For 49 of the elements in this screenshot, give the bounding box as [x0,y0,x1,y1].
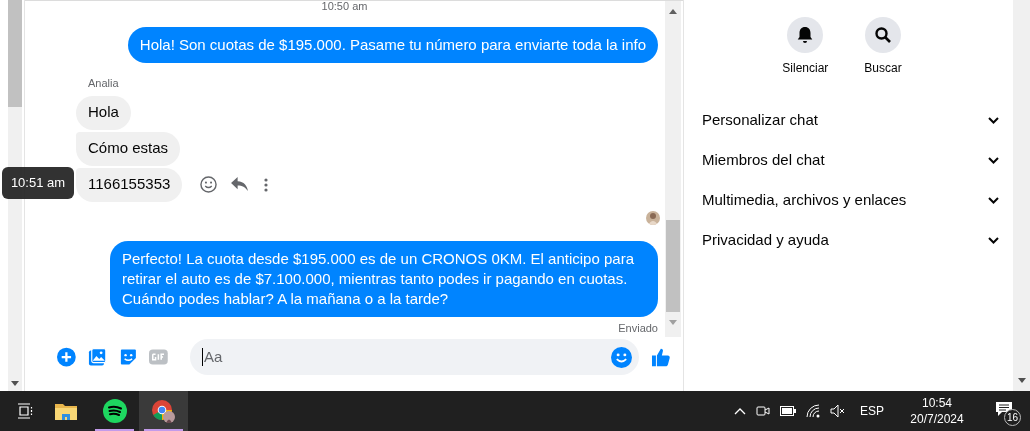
sender-name: Analia [88,76,119,91]
sent-status: Enviado [618,320,658,336]
message-input[interactable]: Aa [190,339,640,375]
chevron-icon [988,156,999,164]
timestamp: 10:50 am [321,1,368,11]
chevron-icon [988,116,999,124]
chevron-icon [988,236,999,244]
muted-speaker-icon[interactable] [830,404,846,418]
action-label: Buscar [864,60,902,77]
taskbar-app[interactable] [139,391,188,431]
message-bubble: 1166155353 [76,167,183,202]
message-bubble: Cómo estas [76,131,181,166]
scrollbar-thumb[interactable] [666,220,680,312]
message-bubble: Hola! Son cuotas de $195.000. Pasame tu número para enviarte toda la info [127,27,658,63]
section-row[interactable]: Personalizar chat [702,100,999,140]
scroll-up-icon[interactable] [669,9,677,14]
language-indicator[interactable]: ESP [860,402,884,420]
more-icon[interactable] [264,177,269,192]
action-label: Silenciar [782,60,829,77]
camera-icon[interactable] [756,404,770,418]
chevron-icon [988,196,999,204]
thumbs-up-icon[interactable] [651,346,671,368]
seen-avatar [646,210,660,225]
chevron-up-icon[interactable] [734,407,746,415]
scroll-down-icon[interactable] [11,381,19,386]
music-icon [102,399,127,423]
folder-icon [54,402,77,420]
scroll-down-icon[interactable] [1017,378,1026,383]
bell-icon[interactable] [787,17,824,53]
clock[interactable]: 10:54 20/7/2024 [904,395,970,427]
search-icon[interactable] [865,17,901,53]
add-icon[interactable] [57,347,76,367]
section-row[interactable]: Multimedia, archivos y enlaces [702,180,999,220]
battery-icon[interactable] [780,406,796,416]
scrollbar-thumb[interactable] [8,0,22,107]
wifi-icon[interactable] [806,404,820,418]
emoji-icon[interactable] [611,346,633,368]
message-bubble: Hola [76,95,131,130]
browser-icon [151,398,176,424]
message-bubble: Perfecto! La cuota desde $195.000 es de un CRONOS 0KM. El anticipo para retirar el auto es de $7.100.000, mientras tanto podes ir pagando en cuotas. Cuándo podes hablar? A la mañana o a la tarde? [110,240,658,317]
section-row[interactable]: Miembros del chat [702,140,999,180]
reply-icon[interactable] [231,177,249,192]
section-row[interactable]: Privacidad y ayuda [702,220,999,260]
image-icon[interactable] [87,347,107,367]
notification-count: 16 [1004,409,1021,426]
time-tooltip: 10:51 am [2,167,74,199]
react-icon[interactable] [200,176,218,193]
sticker-icon[interactable] [118,347,138,367]
task-view-icon[interactable] [17,403,33,419]
